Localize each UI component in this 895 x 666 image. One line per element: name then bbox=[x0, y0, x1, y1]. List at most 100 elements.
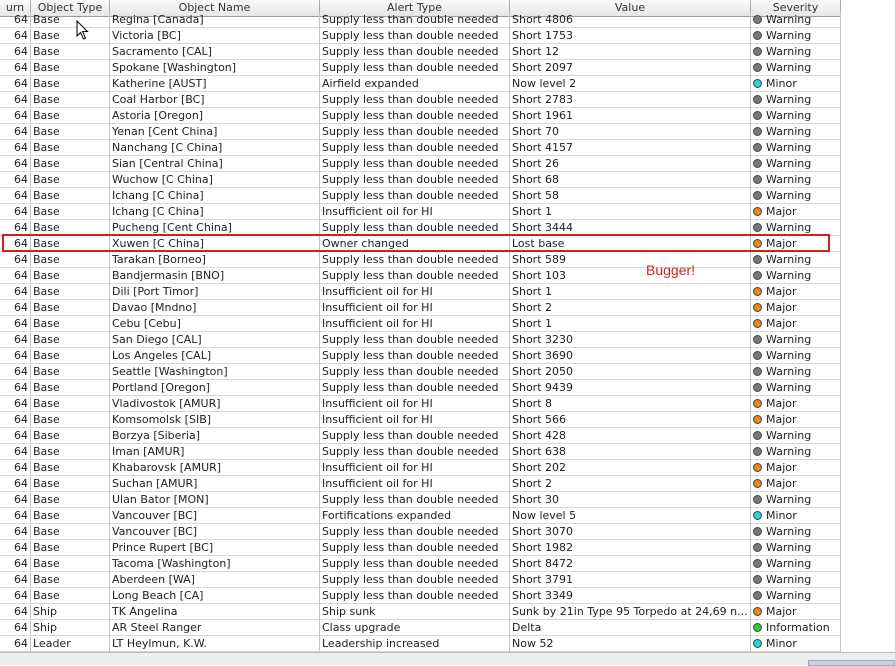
severity-label: Warning bbox=[766, 269, 812, 282]
cell-object-type: Base bbox=[31, 28, 110, 44]
table-row[interactable]: 64 Base Pucheng [Cent China] Supply less th… bbox=[0, 220, 841, 236]
cell-turn: 64 bbox=[0, 412, 31, 428]
table-row[interactable]: 64 Base Prince Rupert [BC] Supply less than… bbox=[0, 540, 841, 556]
cell-turn: 64 bbox=[0, 76, 31, 92]
cell-severity: Major bbox=[751, 476, 841, 492]
table-row[interactable]: 64 Base Iman [AMUR] Supply less than double… bbox=[0, 444, 841, 460]
table-row[interactable]: 64 Base Vancouver [BC] Supply less than dou… bbox=[0, 524, 841, 540]
cell-alert-type: Supply less than double needed bbox=[320, 44, 510, 60]
table-row[interactable]: 64 Base Vancouver [BC] Fortifications expan… bbox=[0, 508, 841, 524]
table-row[interactable]: 64 Base Tacoma [Washington] Supply less tha… bbox=[0, 556, 841, 572]
cell-object-name: Davao [Mndno] bbox=[110, 300, 320, 316]
cell-alert-type: Ship sunk bbox=[320, 604, 510, 620]
cell-turn: 64 bbox=[0, 604, 31, 620]
table-row[interactable]: 64 Base Victoria [BC] Supply less than doub… bbox=[0, 28, 841, 44]
cell-turn: 64 bbox=[0, 332, 31, 348]
table-row[interactable]: 64 Base Davao [Mndno] Insufficient oil for … bbox=[0, 300, 841, 316]
cell-object-name: Long Beach [CA] bbox=[110, 588, 320, 604]
cell-alert-type: Supply less than double needed bbox=[320, 556, 510, 572]
cell-value: Now level 5 bbox=[510, 508, 751, 524]
cell-turn: 64 bbox=[0, 636, 31, 652]
table-row[interactable]: 64 Base Nanchang [C China] Supply less than… bbox=[0, 140, 841, 156]
table-row[interactable]: 64 Ship TK Angelina Ship sunk Sunk by 21in T… bbox=[0, 604, 841, 620]
table-row[interactable]: 64 Base Ichang [C China] Supply less than d… bbox=[0, 188, 841, 204]
cell-object-type: Base bbox=[31, 236, 110, 252]
table-row[interactable]: 64 Base Cebu [Cebu] Insufficient oil for HI… bbox=[0, 316, 841, 332]
table-row[interactable]: 64 Base Regina [Canada] Supply less than do… bbox=[0, 12, 841, 28]
cell-object-type: Base bbox=[31, 412, 110, 428]
cell-turn: 64 bbox=[0, 524, 31, 540]
table-row[interactable]: 64 Base Katherine [AUST] Airfield expanded N… bbox=[0, 76, 841, 92]
table-row[interactable]: 64 Base Spokane [Washington] Supply less th… bbox=[0, 60, 841, 76]
cell-turn: 64 bbox=[0, 364, 31, 380]
cell-object-type: Base bbox=[31, 428, 110, 444]
table-row[interactable]: 64 Base Khabarovsk [AMUR] Insufficient oil … bbox=[0, 460, 841, 476]
cell-object-type: Base bbox=[31, 556, 110, 572]
cell-object-type: Base bbox=[31, 92, 110, 108]
cell-object-type: Base bbox=[31, 364, 110, 380]
table-row[interactable]: 64 Base Tarakan [Borneo] Supply less than d… bbox=[0, 252, 841, 268]
cell-value: Short 1 bbox=[510, 204, 751, 220]
cell-turn: 64 bbox=[0, 28, 31, 44]
table-row[interactable]: 64 Base Borzya [Siberia] Supply less than d… bbox=[0, 428, 841, 444]
cell-alert-type: Supply less than double needed bbox=[320, 140, 510, 156]
severity-label: Warning bbox=[766, 189, 812, 202]
cell-object-name: Pucheng [Cent China] bbox=[110, 220, 320, 236]
table-row[interactable]: 64 Base Dili [Port Timor] Insufficient oil … bbox=[0, 284, 841, 300]
table-row[interactable]: 64 Base Vladivostok [AMUR] Insufficient oil… bbox=[0, 396, 841, 412]
horizontal-scrollbar[interactable] bbox=[0, 652, 895, 666]
alerts-table: urn Object Type Object Name Alert Type V… bbox=[0, 0, 841, 652]
table-row[interactable]: 64 Leader LT Heylmun, K.W. Leadership incre… bbox=[0, 636, 841, 652]
table-row[interactable]: 64 Ship AR Steel Ranger Class upgrade Delta I… bbox=[0, 620, 841, 636]
table-row[interactable]: 64 Base Long Beach [CA] Supply less than do… bbox=[0, 588, 841, 604]
severity-label: Warning bbox=[766, 13, 812, 26]
table-row[interactable]: 64 Base Astoria [Oregon] Supply less than d… bbox=[0, 108, 841, 124]
table-row[interactable]: 64 Base Bandjermasin [BNO] Supply less than… bbox=[0, 268, 841, 284]
cell-value: Short 3230 bbox=[510, 332, 751, 348]
cell-object-name: TK Angelina bbox=[110, 604, 320, 620]
cell-object-name: Ulan Bator [MON] bbox=[110, 492, 320, 508]
cell-object-name: Astoria [Oregon] bbox=[110, 108, 320, 124]
table-row[interactable]: 64 Base Los Angeles [CAL] Supply less than … bbox=[0, 348, 841, 364]
table-row[interactable]: 64 Base Seattle [Washington] Supply less th… bbox=[0, 364, 841, 380]
cell-alert-type: Supply less than double needed bbox=[320, 444, 510, 460]
cell-value: Now level 2 bbox=[510, 76, 751, 92]
severity-dot-icon bbox=[753, 271, 762, 280]
table-row[interactable]: 64 Base Yenan [Cent China] Supply less than… bbox=[0, 124, 841, 140]
cell-object-name: Vancouver [BC] bbox=[110, 524, 320, 540]
table-row[interactable]: 64 Base Ichang [C China] Insufficient oil f… bbox=[0, 204, 841, 220]
table-row[interactable]: 64 Base Komsomolsk [SIB] Insufficient oil f… bbox=[0, 412, 841, 428]
table-row[interactable]: 64 Base Wuchow [C China] Supply less than d… bbox=[0, 172, 841, 188]
cell-value: Short 9439 bbox=[510, 380, 751, 396]
cell-object-type: Base bbox=[31, 572, 110, 588]
cell-object-type: Base bbox=[31, 380, 110, 396]
table-row[interactable]: 64 Base San Diego [CAL] Supply less than do… bbox=[0, 332, 841, 348]
table-row[interactable]: 64 Base Portland [Oregon] Supply less than … bbox=[0, 380, 841, 396]
severity-dot-icon bbox=[753, 255, 762, 264]
cell-object-name: Komsomolsk [SIB] bbox=[110, 412, 320, 428]
cell-object-name: Iman [AMUR] bbox=[110, 444, 320, 460]
table-row[interactable]: 64 Base Aberdeen [WA] Supply less than doub… bbox=[0, 572, 841, 588]
table-row[interactable]: 64 Base Suchan [AMUR] Insufficient oil for … bbox=[0, 476, 841, 492]
cell-object-name: Yenan [Cent China] bbox=[110, 124, 320, 140]
scrollbar-thumb[interactable] bbox=[808, 660, 895, 666]
cell-severity: Warning bbox=[751, 444, 841, 460]
table-row[interactable]: 64 Base Coal Harbor [BC] Supply less than d… bbox=[0, 92, 841, 108]
table-row[interactable]: 64 Base Sacramento [CAL] Supply less than d… bbox=[0, 44, 841, 60]
severity-label: Warning bbox=[766, 173, 812, 186]
cell-value: Short 589 bbox=[510, 252, 751, 268]
table-row[interactable]: 64 Base Xuwen [C China] Owner changed Lost b… bbox=[0, 236, 841, 252]
severity-dot-icon bbox=[753, 15, 762, 24]
cell-turn: 64 bbox=[0, 396, 31, 412]
table-row[interactable]: 64 Base Sian [Central China] Supply less th… bbox=[0, 156, 841, 172]
cell-value: Short 1961 bbox=[510, 108, 751, 124]
severity-dot-icon bbox=[753, 527, 762, 536]
cell-value: Short 3791 bbox=[510, 572, 751, 588]
cell-severity: Major bbox=[751, 604, 841, 620]
cell-turn: 64 bbox=[0, 460, 31, 476]
table-row[interactable]: 64 Base Ulan Bator [MON] Supply less than d… bbox=[0, 492, 841, 508]
cell-value: Short 2783 bbox=[510, 92, 751, 108]
cell-object-type: Base bbox=[31, 44, 110, 60]
severity-dot-icon bbox=[753, 287, 762, 296]
cell-object-name: LT Heylmun, K.W. bbox=[110, 636, 320, 652]
